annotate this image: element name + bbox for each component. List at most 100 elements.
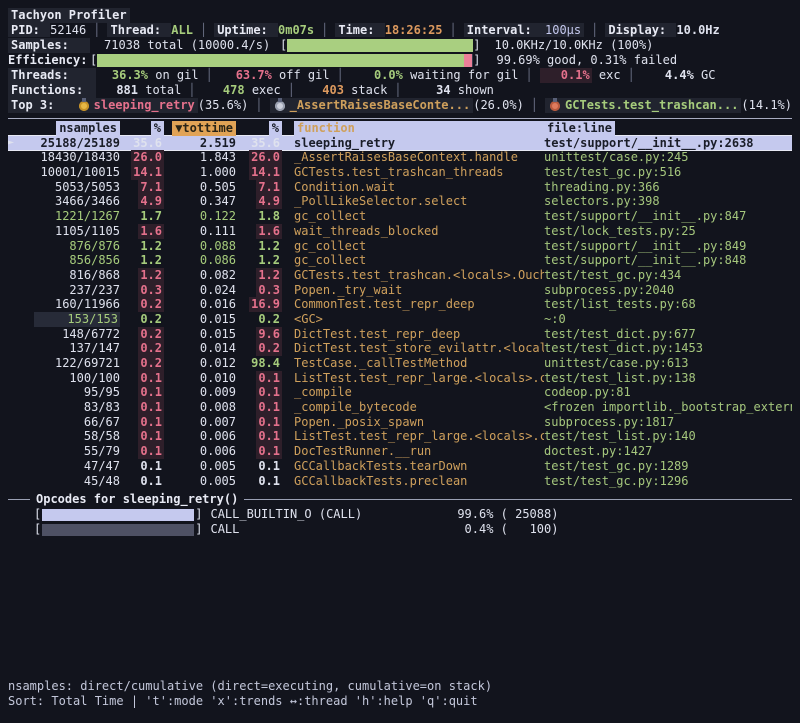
efficiency-label: Efficiency: (8, 53, 90, 68)
table-row[interactable]: 816/8681.20.0821.2GCTests.test_trashcan.… (8, 268, 792, 283)
efficiency-bar (97, 54, 473, 67)
table-row[interactable]: 148/67720.20.0159.6DictTest.test_repr_de… (8, 327, 792, 342)
cell-function: CommonTest.test_repr_deep (294, 297, 544, 312)
status-label: Thread: (107, 23, 171, 37)
opcode-bar-open: [ (34, 507, 41, 522)
percent-value: 0.1 (138, 459, 164, 474)
column-header-file[interactable]: file:line (544, 121, 792, 136)
percent-value: 7.1 (138, 180, 164, 195)
table-row[interactable]: 18430/1843026.01.84326.0_AssertRaisesBas… (8, 150, 792, 165)
table-row[interactable]: 153/1530.20.0150.2<GC>~:0 (8, 312, 792, 327)
table-row[interactable]: 45/480.10.0050.1GCCallbackTests.preclean… (8, 474, 792, 489)
column-header-p1[interactable]: % (120, 121, 164, 136)
table-row[interactable]: 1105/11051.60.1111.6wait_threads_blocked… (8, 224, 792, 239)
cell-percent-cumulative: 0.1 (236, 459, 282, 474)
functions-line: Functions:881 total│478 exec│403 stack│3… (8, 83, 792, 98)
samples-label: Samples: (8, 38, 90, 53)
cell-file-line: test/test_gc.py:1296 (544, 474, 792, 489)
cell-percent-direct: 1.7 (120, 209, 164, 224)
threads-value: 0.0% (351, 68, 403, 83)
percent-value: 26.0 (131, 150, 164, 165)
cell-nsamples: 5053/5053 (34, 180, 120, 195)
cell-percent-direct: 7.1 (120, 180, 164, 195)
status-value: ALL (171, 23, 193, 37)
table-row[interactable]: 58/580.10.0060.1ListTest.test_repr_large… (8, 429, 792, 444)
cell-nsamples: 160/11966 (34, 297, 120, 312)
cell-file-line: test/test_list.py:138 (544, 371, 792, 386)
column-header-n[interactable]: nsamples (34, 121, 120, 136)
table-row[interactable]: 137/1470.20.0140.2DictTest.test_store_ev… (8, 341, 792, 356)
table-row[interactable]: 47/470.10.0050.1GCCallbackTests.tearDown… (8, 459, 792, 474)
cell-nsamples: 55/79 (34, 444, 120, 459)
top3-function-name: GCTests.test_trashcan... (565, 98, 738, 113)
threads-item: 36.3% on gil (96, 68, 199, 83)
threads-label: Threads: (8, 68, 96, 83)
cell-function: TestCase._callTestMethod (294, 356, 544, 371)
cell-percent-cumulative: 0.1 (236, 444, 282, 459)
cell-percent-cumulative: 35.6 (236, 136, 282, 151)
cell-tottime: 1.000 (164, 165, 236, 180)
table-row[interactable]: 876/8761.20.0881.2gc_collecttest/support… (8, 239, 792, 254)
cell-percent-direct: 0.1 (120, 371, 164, 386)
cell-function: DocTestRunner.__run (294, 444, 544, 459)
table-row[interactable]: 160/119660.20.01616.9CommonTest.test_rep… (8, 297, 792, 312)
cell-percent-direct: 1.6 (120, 224, 164, 239)
cell-percent-cumulative: 0.1 (236, 400, 282, 415)
percent-value: 0.1 (138, 385, 164, 400)
status-bar: PID: 52146│Thread: ALL│Uptime: 0m07s│Tim… (8, 23, 792, 38)
status-item-interval: Interval: 100µs (464, 23, 584, 38)
table-row[interactable]: 237/2370.30.0240.3Popen._try_waitsubproc… (8, 283, 792, 298)
table-row[interactable]: 10001/1001514.11.00014.1GCTests.test_tra… (8, 165, 792, 180)
cell-percent-cumulative: 4.9 (236, 194, 282, 209)
cell-file-line: test/test_list.py:140 (544, 429, 792, 444)
table-row[interactable]: 66/670.10.0070.1Popen._posix_spawnsubpro… (8, 415, 792, 430)
percent-value: 0.1 (256, 444, 282, 459)
percent-value: 0.2 (256, 341, 282, 356)
table-row[interactable]: 55/790.10.0060.1DocTestRunner.__rundocte… (8, 444, 792, 459)
table-row[interactable]: 100/1000.10.0100.1ListTest.test_repr_lar… (8, 371, 792, 386)
percent-value: 0.3 (256, 283, 282, 298)
status-item-time: Time: 18:26:25 (335, 23, 442, 38)
opcodes-dash-right (244, 499, 792, 500)
top3-function-name: sleeping_retry (94, 98, 195, 113)
opcode-stat: 99.6% ( 25088) (428, 507, 558, 522)
cell-percent-cumulative: 0.1 (236, 371, 282, 386)
cell-percent-cumulative: 0.2 (236, 341, 282, 356)
cell-percent-cumulative: 9.6 (236, 327, 282, 342)
header-separator (8, 118, 792, 119)
cell-function: GCTests.test_trashcan_threads (294, 165, 544, 180)
table-row[interactable]: 122/697210.20.01298.4TestCase._callTestM… (8, 356, 792, 371)
table-row[interactable]: 3466/34664.90.3474.9_PollLikeSelector.se… (8, 194, 792, 209)
table-row[interactable]: 1221/12671.70.1221.8gc_collecttest/suppo… (8, 209, 792, 224)
column-header-p2[interactable]: % (236, 121, 282, 136)
table-row[interactable]: 5053/50537.10.5057.1Condition.waitthread… (8, 180, 792, 195)
cell-percent-cumulative: 1.6 (236, 224, 282, 239)
table-row[interactable]: 856/8561.20.0861.2gc_collecttest/support… (8, 253, 792, 268)
opcode-bar-fill (42, 509, 194, 521)
percent-value: 0.1 (256, 459, 282, 474)
cell-file-line: test/test_gc.py:516 (544, 165, 792, 180)
percent-value: 26.0 (249, 150, 282, 165)
column-header-tt[interactable]: ▼tottime (164, 121, 236, 136)
cell-percent-direct: 1.2 (120, 268, 164, 283)
table-row[interactable]: 95/950.10.0090.1_compilecodeop.py:81 (8, 385, 792, 400)
percent-value: 16.9 (249, 297, 282, 312)
top3-percent: (14.1%) (741, 98, 792, 113)
status-value: 18:26:25 (385, 23, 443, 37)
cell-function: wait_threads_blocked (294, 224, 544, 239)
footer-keybindings: Sort: Total Time | 't':mode 'x':trends ↔… (8, 694, 492, 709)
functions-value: 34 (409, 83, 451, 98)
cell-file-line: test/test_gc.py:434 (544, 268, 792, 283)
functions-desc: total (138, 83, 181, 97)
column-header-fn[interactable]: function (294, 121, 544, 136)
opcode-row: []CALL_BUILTIN_O (CALL)99.6% ( 25088) (34, 507, 792, 522)
table-row[interactable]: ►25188/2518935.62.51935.6sleeping_retryt… (8, 136, 792, 151)
cell-nsamples: 137/147 (34, 341, 120, 356)
threads-value: 63.7% (220, 68, 272, 83)
app-title: Tachyon Profiler (8, 8, 130, 23)
percent-value: 1.2 (138, 268, 164, 283)
percent-value: 9.6 (256, 327, 282, 342)
cell-percent-cumulative: 16.9 (236, 297, 282, 312)
opcode-bar-fill (42, 524, 194, 536)
table-row[interactable]: 83/830.10.0080.1_compile_bytecode<frozen… (8, 400, 792, 415)
